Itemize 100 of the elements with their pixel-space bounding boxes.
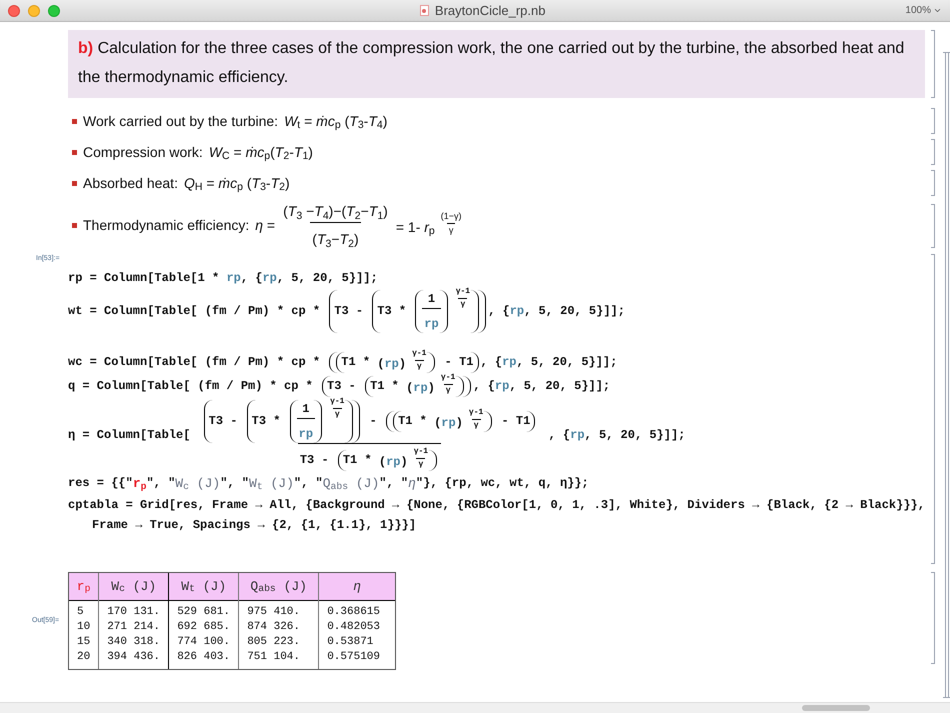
code-text: , 5, 20, 5}]];	[584, 427, 686, 444]
variable-name: rp	[384, 356, 399, 372]
code-text: )	[456, 414, 463, 432]
math-text: (T$_{3}$ −T$_{4}$)−(T$_{2}$−T$_{1}$)	[283, 202, 388, 222]
code-text: wc = Column[Table[ (fm / Pm) * cp *	[68, 354, 322, 371]
code-text: γ-1	[330, 396, 344, 408]
table-cell-text: 0.368615	[327, 605, 382, 620]
code-text: γ	[416, 360, 422, 372]
table-cell-text: 874 326.	[247, 620, 302, 635]
math-text: W$_{C}$ = ṁc$_{p}$(T$_{2}$-T$_{1}$)	[208, 142, 313, 162]
variable-name: rp	[494, 378, 510, 395]
variable-name: rp	[386, 454, 400, 470]
table-cell: 170 131.	[107, 605, 160, 620]
code-text: T3 -	[300, 452, 330, 469]
string-text: W$_{c}$ (J)	[175, 474, 220, 493]
zoom-menu[interactable]: 100%	[905, 3, 942, 18]
math-text: (1−γ)	[440, 210, 462, 223]
table-cell-text: 805 223.	[247, 635, 302, 650]
variable-name: rp	[441, 414, 456, 432]
variable-name: rp	[262, 270, 277, 286]
code-text: ", "	[146, 475, 176, 492]
table-cell: 394 436.	[107, 650, 160, 665]
code-text: -	[368, 413, 378, 430]
code-text: η = Column[Table[	[68, 427, 192, 444]
code-text: )	[400, 454, 408, 470]
code-text: (	[434, 414, 442, 432]
code-text: (	[378, 454, 386, 470]
code-text: , 5, 20, 5}]];	[524, 303, 625, 320]
code-text: )	[428, 380, 435, 396]
code-text: res = {{"	[68, 475, 133, 492]
table-cell-text: 975 410.	[247, 605, 302, 620]
code-text: T1 *	[342, 452, 373, 469]
variable-name: rp	[510, 303, 524, 320]
table-cell-text: 5	[77, 605, 85, 620]
code-text: , 5, 20, 5}]];	[516, 354, 618, 371]
math-text: γ	[448, 224, 454, 237]
section-text: b) Calculation for the three cases of the compression work, the one carried out by the turbine, the absorbed heat and the thermodynamic efficiency.	[78, 40, 904, 86]
code-text: (	[406, 380, 414, 396]
table-cell-text: 751 104.	[247, 650, 302, 665]
code-text: T1 *	[370, 378, 400, 395]
string-text: r$_{p}$	[132, 474, 146, 493]
table-cell: 10	[77, 620, 90, 635]
code-text: )	[398, 356, 406, 372]
table-cell: 20	[77, 650, 90, 665]
code-text: , 5, 20, 5}]];	[509, 378, 610, 395]
math-text: (T$_{3}$−T$_{2}$)	[312, 230, 359, 250]
variable-name: rp	[413, 380, 428, 396]
code-text: , 5, 20, 5}]];	[276, 270, 378, 286]
table-cell: 271 214.	[107, 620, 160, 635]
code-text: ", "	[220, 475, 249, 492]
table-cell: 529 681.	[177, 605, 230, 620]
code-text: γ	[460, 298, 466, 310]
code-text: γ-1	[456, 286, 470, 298]
code-text: 1	[428, 290, 436, 308]
code-text: rp = Column[Table[1 *	[68, 270, 220, 286]
code-text: γ-1	[414, 446, 428, 458]
variable-name: rp	[226, 270, 241, 286]
string-text: η	[408, 474, 416, 492]
table-cell: 774 100.	[177, 635, 230, 650]
window-title: BraytonCicle_rp.nb	[434, 2, 546, 20]
column-header: Q$_{abs}$ (J)	[239, 573, 318, 601]
code-text: T3 -	[334, 303, 364, 320]
table-cell-text: 0.53871	[327, 635, 374, 650]
code-text: (	[377, 356, 384, 372]
code-text: γ-1	[468, 406, 484, 418]
math-text: η =	[255, 216, 276, 235]
code-text: "}, {rp, wc, wt, q, η}};	[416, 475, 589, 492]
code-text: q = Column[Table[ (fm / Pm) * cp *	[68, 378, 314, 395]
code-text: wt = Column[Table[ (fm / Pm) * cp *	[68, 303, 322, 320]
bullet-text: Compression work:	[83, 142, 203, 162]
table-cell: 15	[77, 635, 90, 650]
variable-name: rp	[424, 316, 439, 332]
table-cell-text: 0.575109	[327, 650, 382, 665]
code-text: γ-1	[440, 372, 456, 384]
code-text: , {	[480, 354, 502, 371]
code-text: , {	[473, 378, 495, 395]
code-text: γ-1	[412, 348, 426, 360]
code-text: T1 *	[398, 413, 428, 430]
bullet-text: Work carried out by the turbine:	[83, 112, 278, 131]
code-text: , {	[548, 427, 570, 444]
code-text: ", "	[379, 475, 408, 492]
code-text: 1	[302, 400, 310, 418]
code-text: T1 *	[341, 354, 372, 371]
code-text: cptabla = Grid[res, Frame → All, {Background → {None, {RGBColor[1, 0, 1, .3], White}, Dividers → {Black, {2 → Black}}},	[68, 497, 925, 514]
code-text: γ	[418, 458, 424, 470]
code-text: T3 -	[327, 378, 357, 395]
code-text: - T1	[444, 354, 474, 371]
table-cell: 340 318.	[107, 635, 160, 650]
code-text: , {	[240, 270, 262, 286]
code-text: , {	[488, 303, 510, 320]
bullet-text: Thermodynamic efficiency:	[83, 216, 250, 235]
table-cell: 826 403.	[177, 650, 230, 665]
code-text: T3 *	[377, 303, 408, 320]
code-text: T3 *	[252, 413, 282, 430]
code-text: γ	[334, 408, 340, 420]
variable-name: rp	[298, 426, 314, 442]
column-header: r$_{p}$	[69, 573, 98, 601]
table-cell: 692 685.	[177, 620, 230, 635]
table-cell-text: 0.482053	[327, 620, 382, 635]
code-text: ", "	[294, 475, 323, 492]
